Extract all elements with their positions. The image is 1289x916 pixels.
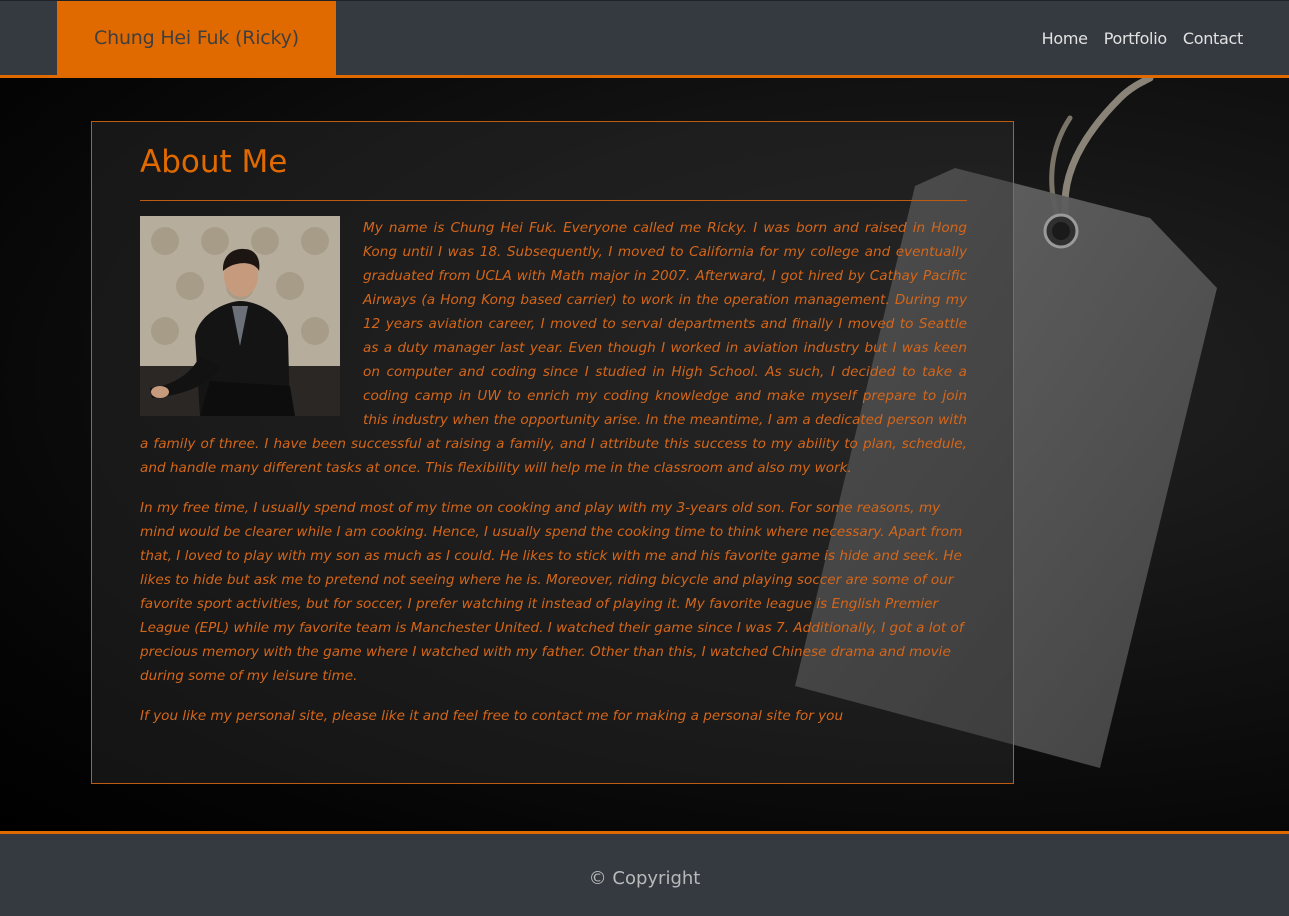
title-divider: [140, 200, 967, 201]
site-header: Chung Hei Fuk (Ricky) Home Portfolio Con…: [0, 0, 1289, 78]
copyright-text: © Copyright: [588, 867, 701, 889]
nav-contact[interactable]: Contact: [1183, 29, 1243, 48]
page-title: About Me: [140, 144, 288, 180]
nav-portfolio[interactable]: Portfolio: [1104, 29, 1167, 48]
about-paragraph-3: If you like my personal site, please lik…: [140, 708, 844, 724]
about-panel: About Me My name is Chung Hei Fuk. Every…: [91, 121, 1014, 784]
nav-home[interactable]: Home: [1042, 29, 1088, 48]
main-nav: Home Portfolio Contact: [1042, 1, 1244, 75]
profile-photo: [140, 216, 340, 416]
about-paragraph-2: In my free time, I usually spend most of…: [140, 500, 964, 684]
hero-background: About Me My name is Chung Hei Fuk. Every…: [0, 78, 1289, 832]
site-brand[interactable]: Chung Hei Fuk (Ricky): [57, 1, 336, 75]
about-content: My name is Chung Hei Fuk. Everyone calle…: [140, 216, 967, 744]
site-footer: © Copyright: [0, 831, 1289, 916]
